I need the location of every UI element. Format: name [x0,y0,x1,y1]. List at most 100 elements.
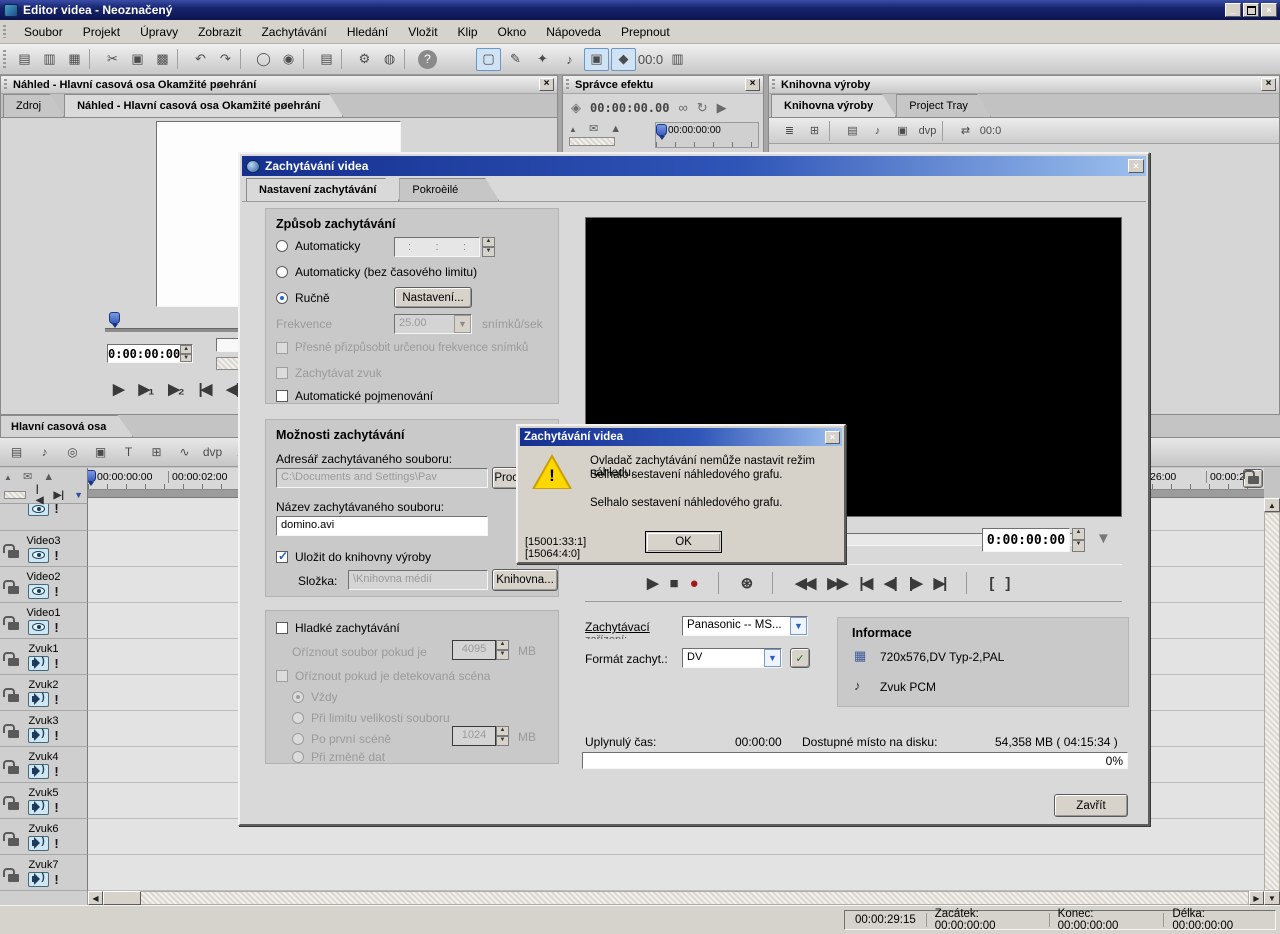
radio-always[interactable] [292,691,304,703]
lock-icon[interactable] [8,622,19,630]
menu-item[interactable]: Nápoveda [536,22,611,42]
minimize-button[interactable]: _ [1225,3,1241,17]
record-voice-icon[interactable]: ◎ [60,441,85,464]
track-toggle[interactable] [28,800,49,815]
menu-item[interactable]: Zachytávání [251,22,336,42]
cut-icon[interactable]: ✂ [100,48,125,71]
track-toggle[interactable] [28,620,49,635]
close-panel-button[interactable]: × [745,78,760,91]
timeline-vscrollbar[interactable]: ▲ ▼ [1264,498,1280,905]
add-grid-icon[interactable]: ⊞ [144,441,169,464]
split-size-field[interactable]: 4095 [452,640,496,660]
tab-capture-settings[interactable]: Nastavení zachytávání [246,178,399,201]
world-icon[interactable]: ◍ [377,48,402,71]
step-forward-button[interactable]: |▶ [909,574,921,592]
film-roll-icon[interactable]: ▤ [314,48,339,71]
radio-on-data-change[interactable] [292,751,304,763]
close-panel-button[interactable]: × [1261,78,1276,91]
preview-timecode[interactable]: 0:00:00:00 ▲▼ [107,344,193,363]
divider[interactable] [240,49,249,69]
tab-source[interactable]: Zdroj [3,94,64,117]
rewind-button[interactable]: ◀◀ [795,574,814,592]
radio-automatic-nolimit[interactable] [276,266,288,278]
transition-icon[interactable]: ✉ [589,123,598,135]
capture-format-select[interactable]: DV▼ [682,648,782,668]
scroll-thumb[interactable] [103,891,141,905]
divider[interactable] [772,572,774,594]
timecode-icon[interactable]: 00:0 [978,119,1003,142]
snapshot-button[interactable]: ⊛ [741,574,752,592]
track-toggle[interactable] [28,656,49,671]
wizard-icon[interactable]: ✦ [530,48,555,71]
track-alert-icon[interactable]: ! [54,728,58,743]
capture-timecode-spinner[interactable]: ▲▼ [1072,528,1085,552]
track-toggle[interactable] [28,764,49,779]
track-toggle[interactable] [28,728,49,743]
divider[interactable] [829,121,838,141]
divider[interactable] [718,572,720,594]
add-image-icon[interactable]: ▣ [88,441,113,464]
auto-time-field[interactable]: : : : [394,237,480,257]
timecode-panel-icon[interactable]: 00:0 [638,48,663,71]
add-dvp-icon[interactable]: dvp [200,441,225,464]
settings-button[interactable]: Nastavení... [394,287,472,308]
menu-item[interactable]: Vložit [398,22,447,42]
fade-out-icon[interactable]: ▲ [610,123,621,135]
menu-item[interactable]: Klip [448,22,488,42]
play-icon[interactable]: ▶ [717,100,727,116]
format-properties-button[interactable]: ✓ [790,648,810,668]
thumbnail-view-icon[interactable]: ⊞ [802,119,827,142]
transition-icon[interactable]: ✉ [23,471,32,483]
add-effect-icon[interactable]: ∿ [172,441,197,464]
scroll-up-button[interactable]: ▲ [1264,498,1280,512]
time-spinner[interactable]: ▲▼ [482,237,495,257]
lock-icon[interactable] [8,838,19,846]
close-panel-button[interactable]: × [539,78,554,91]
fade-in-icon[interactable]: ▲ [569,125,577,134]
divider[interactable] [942,121,951,141]
help-icon[interactable]: ? [418,50,437,69]
radio-manual[interactable] [276,292,288,304]
step-back-icon[interactable]: ◀| [226,380,238,398]
add-image-icon[interactable]: ▣ [890,119,915,142]
divider[interactable] [89,49,98,69]
divider[interactable] [177,49,186,69]
add-video-icon[interactable]: ▤ [840,119,865,142]
add-title-icon[interactable]: T [116,441,141,464]
effects-ruler[interactable]: 00:00:00:00 [655,122,759,148]
ok-button[interactable]: OK [645,531,722,553]
record-button[interactable]: ● [690,575,697,592]
play-range-icon[interactable]: ▶₁ [139,380,153,398]
library-panel-icon[interactable]: ▣ [584,48,609,71]
track-alert-icon[interactable]: ! [54,620,58,635]
tab-advanced[interactable]: Pokroèilé [399,178,499,201]
copy-icon[interactable]: ▣ [125,48,150,71]
track-alert-icon[interactable]: ! [54,836,58,851]
track-lane[interactable] [88,855,1264,891]
close-dialog-button[interactable]: × [825,431,840,444]
track-toggle[interactable] [28,584,49,599]
checkbox-exact-frequency[interactable] [276,342,288,354]
list-view-icon[interactable]: ≣ [777,119,802,142]
menu-item[interactable]: Prepnout [611,22,680,42]
lock-icon[interactable] [8,802,19,810]
lock-icon[interactable] [8,766,19,774]
paste-icon[interactable]: ▩ [150,48,175,71]
restore-button[interactable] [1243,3,1259,17]
track-toggle[interactable] [28,836,49,851]
checkbox-capture-audio[interactable] [276,367,288,379]
checkbox-auto-naming[interactable] [276,390,288,402]
timeline-hscrollbar[interactable]: ◀ ▶ [0,891,1264,905]
track-alert-icon[interactable]: ! [54,548,58,563]
play-icon[interactable]: ▶ [113,380,123,398]
checkbox-save-to-library[interactable] [276,551,288,563]
step-back-button[interactable]: ◀| [884,574,896,592]
down-arrow-icon[interactable]: ▼ [1096,530,1111,547]
capture-device-select[interactable]: Panasonic -- MS...▼ [682,616,808,636]
split-size-spinner[interactable]: ▲▼ [496,640,509,660]
menu-item[interactable]: Okno [488,22,537,42]
lock-icon[interactable] [8,550,19,558]
loop-icon[interactable]: ↻ [697,100,708,116]
timeline-lock-button[interactable] [1243,469,1263,488]
track-alert-icon[interactable]: ! [54,764,58,779]
